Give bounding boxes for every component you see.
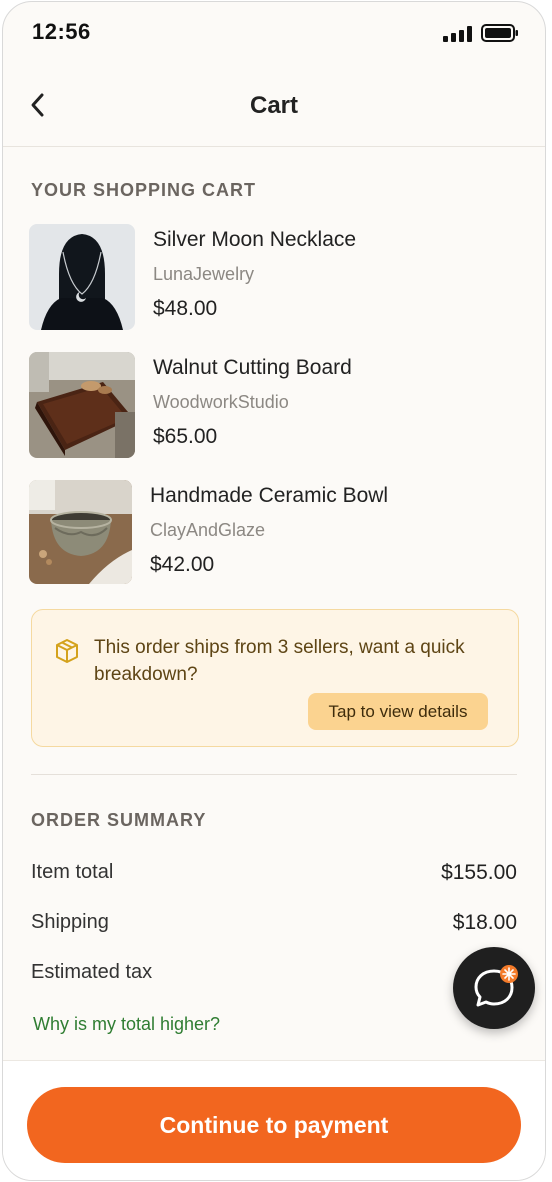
summary-label: Item total: [31, 861, 114, 883]
phone-screen: 12:56 Cart YOUR SHOPPING CART Silver Moo…: [2, 1, 546, 1181]
continue-to-payment-button[interactable]: Continue to payment: [27, 1087, 521, 1163]
item-price: $42.00: [150, 553, 215, 576]
item-price: $65.00: [153, 425, 218, 448]
header: Cart: [3, 66, 545, 147]
cart-heading: YOUR SHOPPING CART: [31, 180, 257, 200]
item-name: Silver Moon Necklace: [153, 228, 357, 251]
status-time: 12:56: [32, 19, 91, 44]
signal-icon: [443, 26, 475, 42]
why-total-higher-link[interactable]: Why is my total higher?: [33, 1014, 220, 1035]
cart-item[interactable]: Walnut Cutting Board WoodworkStudio $65.…: [29, 352, 519, 458]
package-icon: [56, 639, 78, 663]
multi-seller-notice: This order ships from 3 sellers, want a …: [31, 609, 519, 747]
necklace-image: [29, 224, 135, 330]
cutting-board-image: [29, 352, 135, 458]
notice-text: This order ships from 3 sellers, want a …: [94, 637, 465, 685]
item-name: Walnut Cutting Board: [153, 356, 352, 379]
cart-item[interactable]: Silver Moon Necklace LunaJewelry $48.00: [29, 224, 519, 330]
summary-row-tax: Estimated tax $: [31, 961, 517, 989]
summary-row-shipping: Shipping $18.00: [31, 911, 517, 939]
item-seller: WoodworkStudio: [153, 392, 289, 412]
view-details-button[interactable]: Tap to view details: [308, 693, 488, 730]
item-price: $48.00: [153, 297, 218, 320]
summary-value: $155.00: [441, 861, 517, 884]
summary-label: Estimated tax: [31, 961, 153, 983]
battery-icon: [481, 24, 518, 42]
item-name: Handmade Ceramic Bowl: [150, 484, 389, 507]
cart-item[interactable]: Handmade Ceramic Bowl ClayAndGlaze $42.0…: [29, 480, 519, 586]
summary-value: $18.00: [452, 911, 517, 934]
chat-button[interactable]: [453, 947, 535, 1029]
chat-icon: [474, 965, 518, 1007]
item-seller: LunaJewelry: [153, 264, 255, 284]
summary-heading: ORDER SUMMARY: [31, 810, 207, 830]
bottom-bar: Continue to payment: [3, 1060, 545, 1180]
summary-label: Shipping: [31, 911, 109, 933]
item-seller: ClayAndGlaze: [150, 520, 266, 540]
ceramic-bowl-image: [29, 480, 132, 584]
page-title: Cart: [249, 92, 298, 119]
divider: [31, 774, 517, 775]
summary-row-item-total: Item total $155.00: [31, 861, 517, 889]
